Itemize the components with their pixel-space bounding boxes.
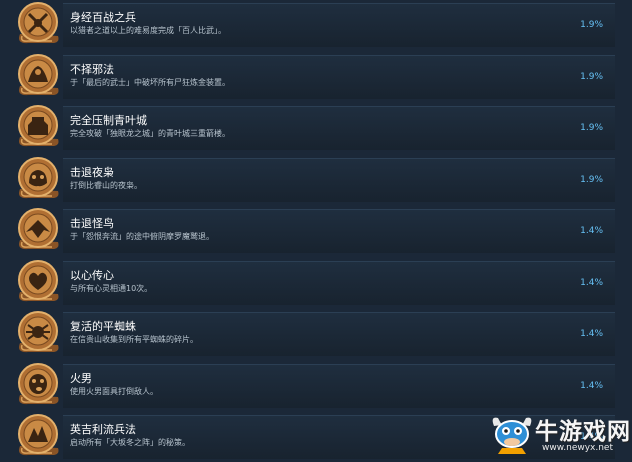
achievement-title: 不择邪法 — [70, 63, 114, 76]
achievement-title: 以心传心 — [70, 269, 114, 282]
achievement-panel: 火男 使用火男面具打倒敌人。 1.4% — [63, 364, 615, 408]
achievement-panel: 以心传心 与所有心灵相通10次。 1.4% — [63, 261, 615, 305]
owl-medal-icon — [14, 155, 62, 201]
achievement-description: 启动所有「大坂冬之阵」的秘策。 — [70, 438, 190, 447]
achievement-row[interactable]: 身经百战之兵 以猎者之道以上的难易度完成「百人比武」。 1.9% — [0, 0, 632, 50]
achievement-description: 打倒比睿山的夜枭。 — [70, 181, 142, 190]
achievement-row[interactable]: 以心传心 与所有心灵相通10次。 1.4% — [0, 258, 632, 308]
achievement-percent: 1.4% — [580, 381, 603, 391]
achievement-row[interactable]: 复活的平蜘蛛 在信贵山收集到所有平蜘蛛的碎片。 1.4% — [0, 309, 632, 359]
achievement-title: 身经百战之兵 — [70, 11, 136, 24]
achievement-row[interactable]: 完全压制青叶城 完全攻破「独眼龙之城」的青叶城三重箭楼。 1.9% — [0, 103, 632, 153]
heart-medal-icon — [14, 258, 62, 304]
achievement-title: 完全压制青叶城 — [70, 114, 147, 127]
achievement-percent: 1.9% — [580, 72, 603, 82]
achievement-title: 击退夜枭 — [70, 166, 114, 179]
achievement-row[interactable]: 击退夜枭 打倒比睿山的夜枭。 1.9% — [0, 155, 632, 205]
achievement-panel: 击退怪鸟 于「怨恨奔流」的途中俯阴摩罗魔鹫退。 1.4% — [63, 209, 615, 253]
bird-medal-icon — [14, 206, 62, 252]
achievement-panel: 击退夜枭 打倒比睿山的夜枭。 1.9% — [63, 158, 615, 202]
achievement-description: 完全攻破「独眼龙之城」的青叶城三重箭楼。 — [70, 129, 230, 138]
achievement-percent: 1.9% — [580, 20, 603, 30]
achievement-row[interactable]: 击退怪鸟 于「怨恨奔流」的途中俯阴摩罗魔鹫退。 1.4% — [0, 206, 632, 256]
castle-medal-icon — [14, 103, 62, 149]
achievement-percent: 1.4% — [580, 329, 603, 339]
mask-medal-icon — [14, 361, 62, 407]
achievement-description: 于「怨恨奔流」的途中俯阴摩罗魔鹫退。 — [70, 232, 214, 241]
achievement-percent: 1.4% — [580, 226, 603, 236]
warrior-medal-icon — [14, 0, 62, 46]
watermark-name: 牛游戏网 — [535, 419, 631, 445]
achievement-row[interactable]: 火男 使用火男面具打倒敌人。 1.4% — [0, 361, 632, 411]
achievement-panel: 不择邪法 于「最后的武士」中破坏所有尸狂炼金装置。 1.9% — [63, 55, 615, 99]
achievement-percent: 1.9% — [580, 123, 603, 133]
achievement-description: 以猎者之道以上的难易度完成「百人比武」。 — [70, 26, 226, 35]
achievement-description: 于「最后的武士」中破坏所有尸狂炼金装置。 — [70, 78, 230, 87]
achievement-title: 击退怪鸟 — [70, 217, 114, 230]
achievement-row[interactable]: 不择邪法 于「最后的武士」中破坏所有尸狂炼金装置。 1.9% — [0, 52, 632, 102]
spider-medal-icon — [14, 309, 62, 355]
achievement-description: 使用火男面具打倒敌人。 — [70, 387, 158, 396]
achievement-description: 在信贵山收集到所有平蜘蛛的碎片。 — [70, 335, 198, 344]
site-watermark: 牛游戏网 www.newyx.net — [488, 410, 632, 458]
achievement-panel: 复活的平蜘蛛 在信贵山收集到所有平蜘蛛的碎片。 1.4% — [63, 312, 615, 356]
achievement-panel: 完全压制青叶城 完全攻破「独眼龙之城」的青叶城三重箭楼。 1.9% — [63, 106, 615, 150]
achievement-title: 火男 — [70, 372, 92, 385]
achievement-title: 英吉利流兵法 — [70, 423, 136, 436]
alchemy-medal-icon — [14, 52, 62, 98]
achievement-panel: 身经百战之兵 以猎者之道以上的难易度完成「百人比武」。 1.9% — [63, 3, 615, 47]
strategy-medal-icon — [14, 412, 62, 458]
achievement-percent: 1.9% — [580, 175, 603, 185]
cow-mascot-icon — [492, 417, 532, 454]
watermark-url: www.newyx.net — [542, 443, 614, 453]
achievement-title: 复活的平蜘蛛 — [70, 320, 136, 333]
achievement-percent: 1.4% — [580, 278, 603, 288]
achievement-description: 与所有心灵相通10次。 — [70, 284, 153, 293]
